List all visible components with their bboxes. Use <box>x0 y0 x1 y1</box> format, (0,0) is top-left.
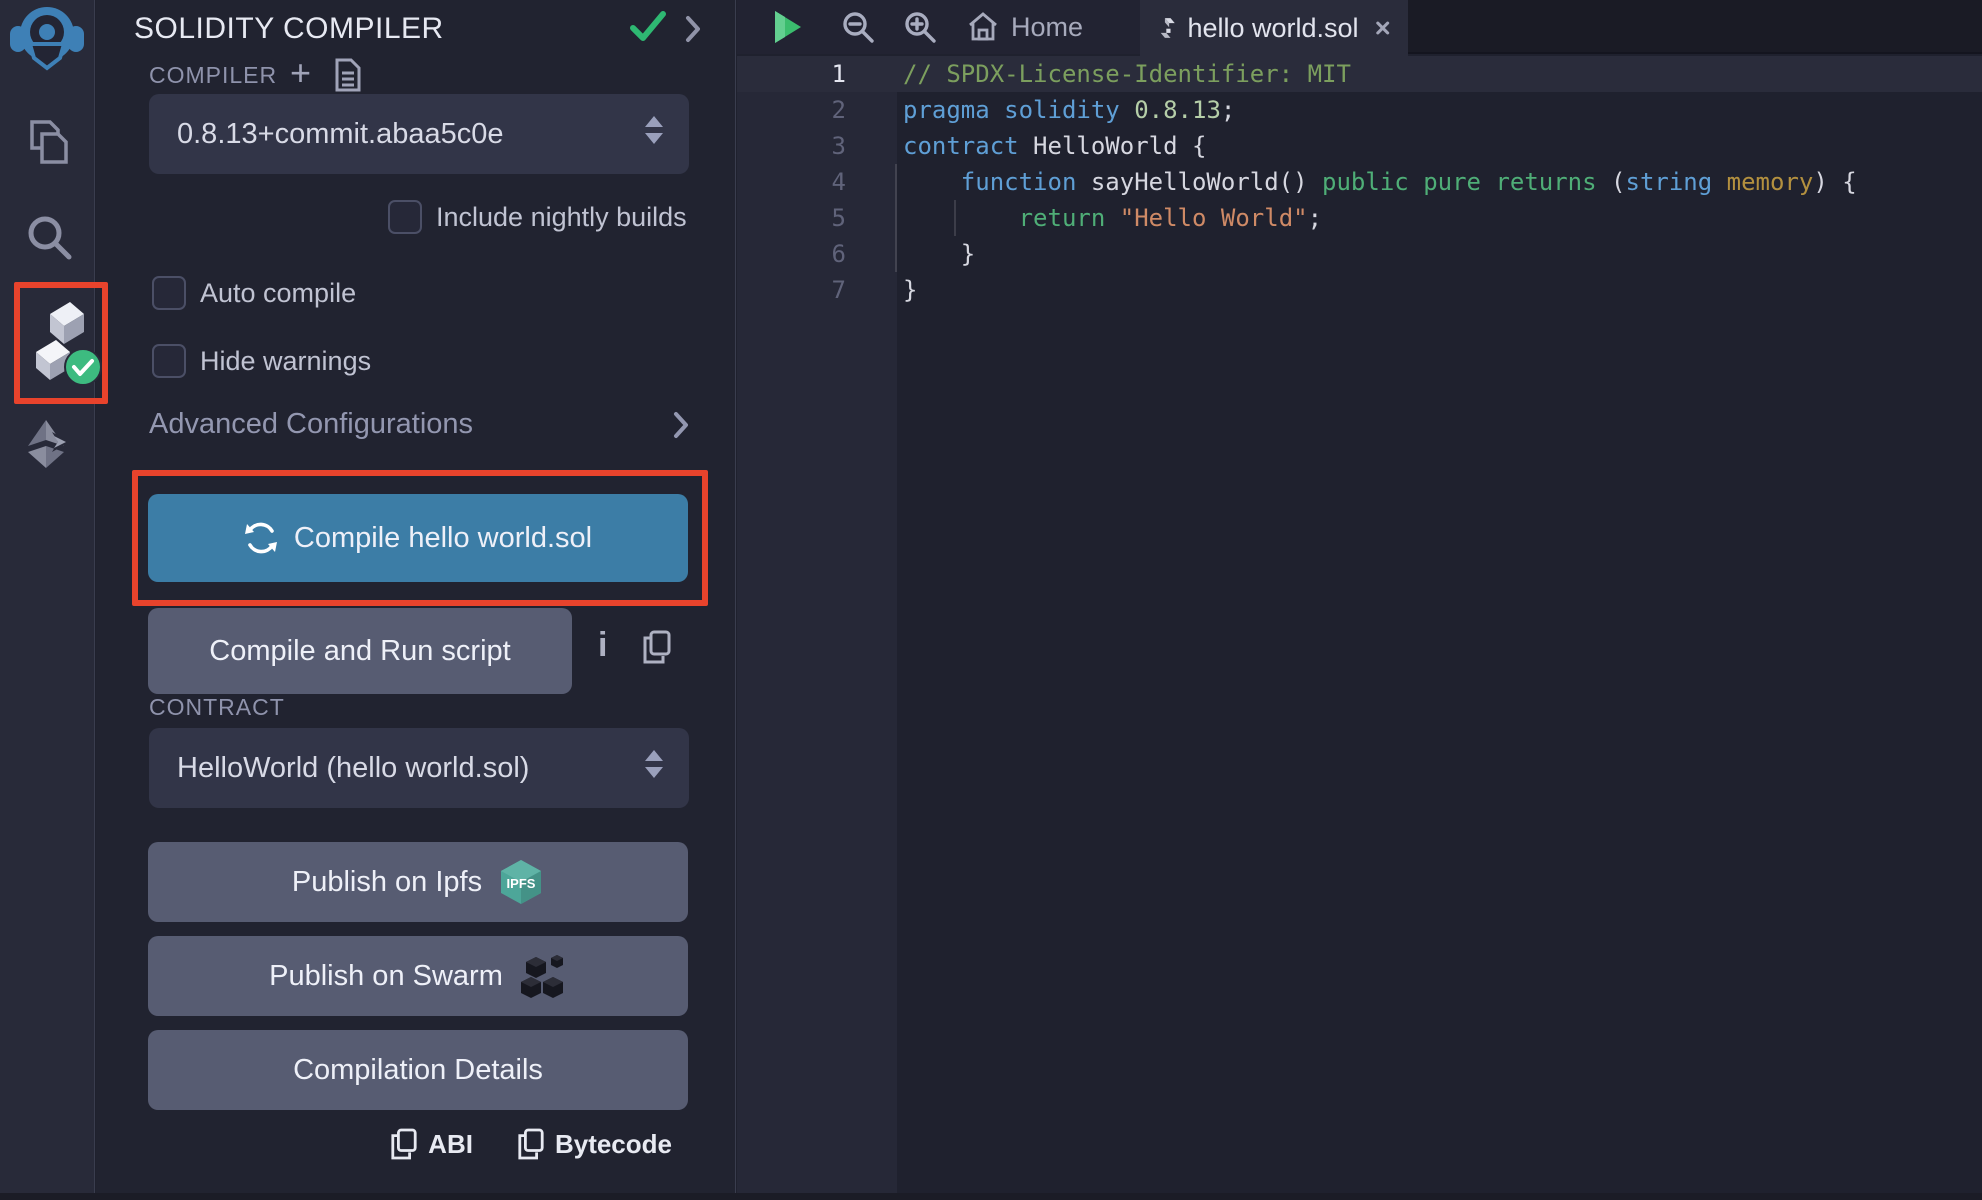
line-number: 6 <box>737 240 897 268</box>
panel-title: SOLIDITY COMPILER <box>134 12 444 46</box>
publish-ipfs-label: Publish on Ipfs <box>292 866 482 899</box>
abi-label: ABI <box>428 1129 473 1160</box>
compile-and-run-label: Compile and Run script <box>209 635 510 668</box>
copy-icon <box>390 1128 418 1160</box>
compile-button-label: Compile hello world.sol <box>294 522 592 555</box>
line-number: 7 <box>737 276 897 304</box>
include-nightly-label: Include nightly builds <box>436 202 687 233</box>
zoom-out-icon[interactable] <box>841 0 875 54</box>
advanced-configurations-label: Advanced Configurations <box>149 408 473 441</box>
compiler-config-file-icon[interactable] <box>334 58 362 97</box>
select-updown-icon <box>643 748 665 788</box>
svg-text:IPFS: IPFS <box>507 876 536 891</box>
home-icon <box>967 11 999 43</box>
code-text: } <box>897 240 1982 268</box>
run-script-button[interactable] <box>771 0 803 54</box>
code-text: contract HelloWorld { <box>897 132 1982 160</box>
publish-ipfs-button[interactable]: Publish on Ipfs IPFS <box>148 842 688 922</box>
bottom-edge <box>0 1193 1982 1200</box>
publish-swarm-label: Publish on Swarm <box>269 960 503 993</box>
solidity-compiler-panel: SOLIDITY COMPILER COMPILER + 0.8.13+comm… <box>96 0 736 1200</box>
compiler-version-value: 0.8.13+commit.abaa5c0e <box>177 118 503 151</box>
compiler-section-label: COMPILER <box>149 62 277 89</box>
remix-ide-window: SOLIDITY COMPILER COMPILER + 0.8.13+comm… <box>0 0 1982 1200</box>
home-tab-label: Home <box>1011 12 1083 43</box>
code-text: // SPDX-License-Identifier: MIT <box>897 60 1982 88</box>
code-line-3[interactable]: 3contract HelloWorld { <box>737 128 1982 164</box>
search-icon[interactable] <box>24 212 74 267</box>
file-explorer-icon[interactable] <box>24 118 74 173</box>
compilation-details-label: Compilation Details <box>293 1054 543 1087</box>
contract-select[interactable]: HelloWorld (hello world.sol) <box>149 728 689 808</box>
activity-bar <box>0 0 95 1200</box>
compiler-version-select[interactable]: 0.8.13+commit.abaa5c0e <box>149 94 689 174</box>
refresh-icon <box>244 521 278 555</box>
copy-bytecode-button[interactable]: Bytecode <box>517 1128 672 1160</box>
file-tab-hello-world[interactable]: hello world.sol <box>1140 0 1408 56</box>
code-line-4[interactable]: 4 function sayHelloWorld() public pure r… <box>737 164 1982 200</box>
info-icon[interactable]: i <box>598 626 607 665</box>
hide-warnings-checkbox-row[interactable]: Hide warnings <box>152 344 371 378</box>
panel-collapse-chevron-icon[interactable] <box>684 14 702 49</box>
compiled-check-badge <box>64 348 102 386</box>
line-number: 2 <box>737 96 897 124</box>
solidity-file-icon <box>1160 13 1175 43</box>
advanced-chevron-icon <box>673 411 689 439</box>
contract-select-value: HelloWorld (hello world.sol) <box>177 752 529 785</box>
code-text: function sayHelloWorld() public pure ret… <box>897 168 1982 196</box>
deploy-and-run-icon[interactable] <box>22 418 74 479</box>
advanced-configurations-toggle[interactable]: Advanced Configurations <box>149 408 689 441</box>
line-number: 3 <box>737 132 897 160</box>
code-line-7[interactable]: 7} <box>737 272 1982 308</box>
home-tab[interactable]: Home <box>967 0 1083 54</box>
zoom-in-icon[interactable] <box>903 0 937 54</box>
code-text: } <box>897 276 1982 304</box>
indent-guide <box>895 164 897 272</box>
compile-success-check-icon <box>629 10 667 49</box>
ipfs-icon: IPFS <box>498 859 544 905</box>
solidity-compiler-icon[interactable] <box>28 300 92 391</box>
hide-warnings-label: Hide warnings <box>200 346 371 377</box>
auto-compile-checkbox[interactable] <box>152 276 186 310</box>
include-nightly-checkbox-row[interactable]: Include nightly builds <box>388 200 687 234</box>
code-lines: 1// SPDX-License-Identifier: MIT2pragma … <box>737 56 1982 308</box>
compile-button[interactable]: Compile hello world.sol <box>148 494 688 582</box>
select-updown-icon <box>643 114 665 154</box>
line-number: 4 <box>737 168 897 196</box>
editor-tabbar: Home hello world.sol <box>737 0 1982 54</box>
code-text: pragma solidity 0.8.13; <box>897 96 1982 124</box>
copy-abi-button[interactable]: ABI <box>390 1128 473 1160</box>
artifacts-row: ABI Bytecode <box>96 1128 736 1160</box>
code-line-5[interactable]: 5 return "Hello World"; <box>737 200 1982 236</box>
file-tab-label: hello world.sol <box>1187 13 1358 44</box>
publish-swarm-button[interactable]: Publish on Swarm <box>148 936 688 1016</box>
code-line-1[interactable]: 1// SPDX-License-Identifier: MIT <box>737 56 1982 92</box>
compilation-details-button[interactable]: Compilation Details <box>148 1030 688 1110</box>
add-compiler-icon[interactable]: + <box>290 52 311 94</box>
bytecode-label: Bytecode <box>555 1129 672 1160</box>
copy-icon <box>517 1128 545 1160</box>
auto-compile-label: Auto compile <box>200 278 356 309</box>
copy-script-icon[interactable] <box>642 630 672 669</box>
indent-guide <box>954 200 956 236</box>
code-line-2[interactable]: 2pragma solidity 0.8.13; <box>737 92 1982 128</box>
remix-logo-icon[interactable] <box>8 6 86 77</box>
line-number: 1 <box>737 60 897 88</box>
code-editor[interactable]: 1// SPDX-License-Identifier: MIT2pragma … <box>737 56 1982 1200</box>
code-line-6[interactable]: 6 } <box>737 236 1982 272</box>
auto-compile-checkbox-row[interactable]: Auto compile <box>152 276 356 310</box>
code-text: return "Hello World"; <box>897 204 1982 232</box>
editor-area: Home hello world.sol 1// SPDX-License-Id… <box>737 0 1982 1200</box>
swarm-icon <box>519 953 567 999</box>
close-tab-icon[interactable] <box>1375 17 1390 39</box>
compile-and-run-button[interactable]: Compile and Run script <box>148 608 572 694</box>
include-nightly-checkbox[interactable] <box>388 200 422 234</box>
contract-section-label: CONTRACT <box>149 694 285 721</box>
line-number: 5 <box>737 204 897 232</box>
hide-warnings-checkbox[interactable] <box>152 344 186 378</box>
